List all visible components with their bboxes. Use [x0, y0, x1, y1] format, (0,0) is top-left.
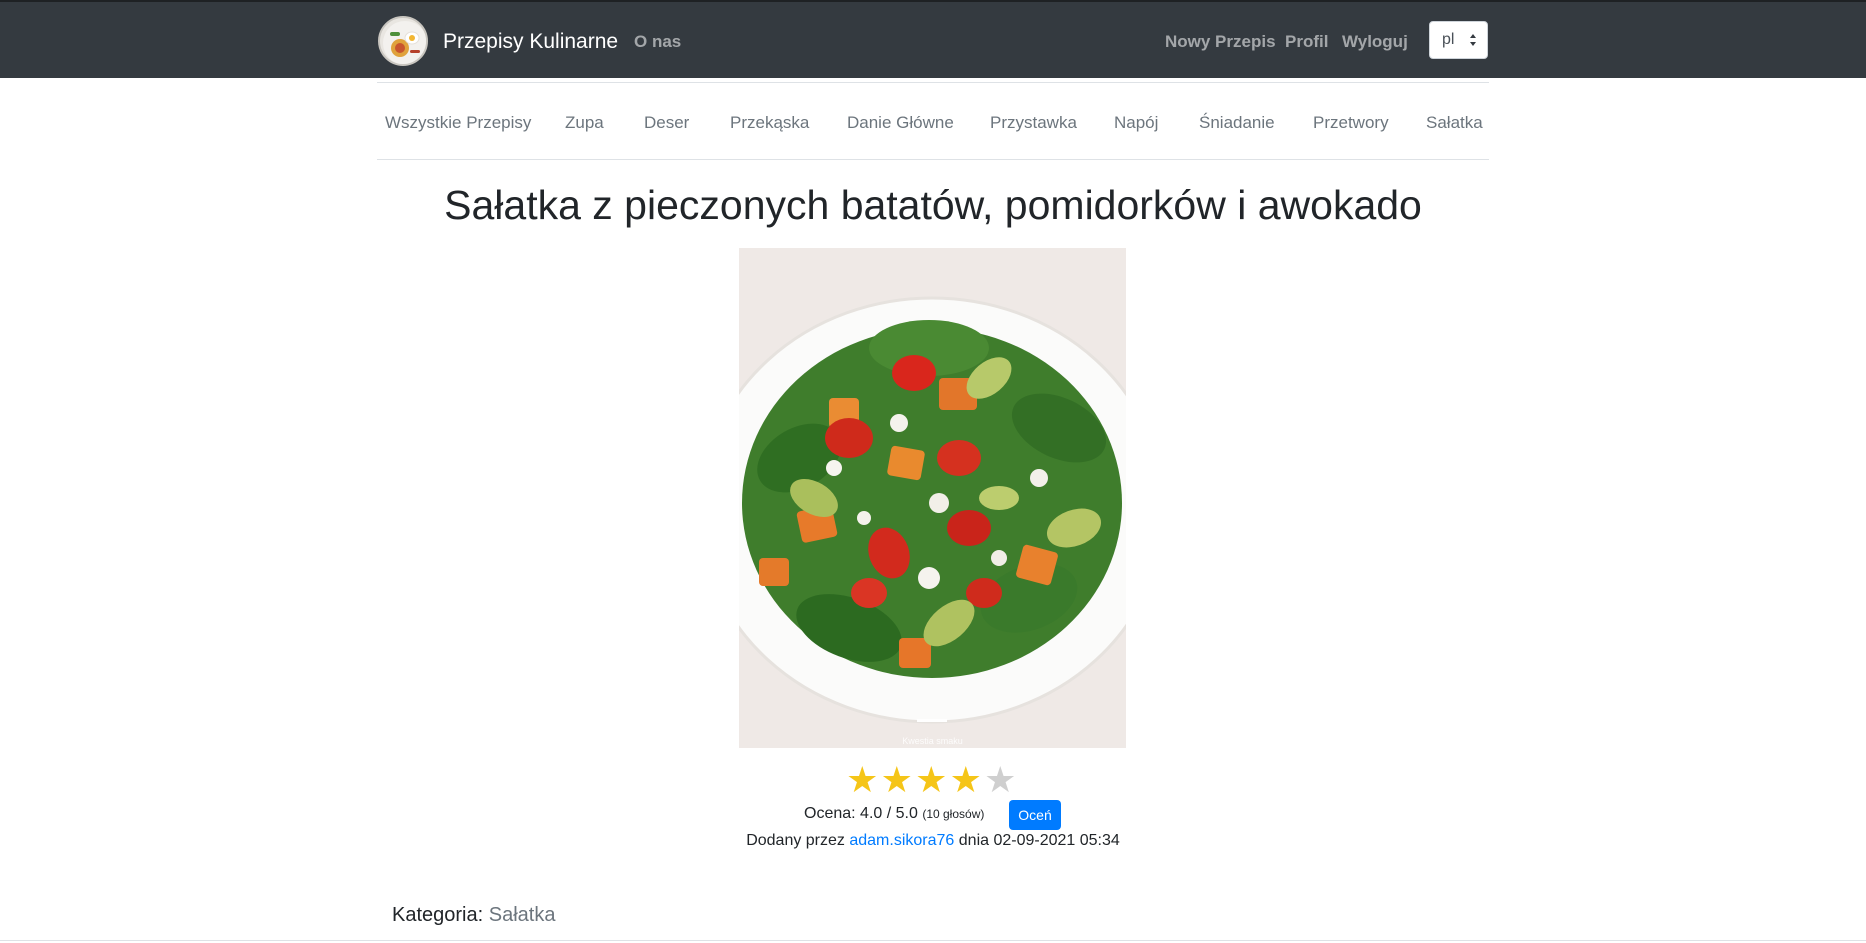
category-danie-glowne[interactable]: Danie Główne	[847, 113, 954, 133]
brand-logo[interactable]	[378, 16, 428, 66]
category-label: Kategoria:	[392, 904, 484, 926]
star-empty-icon[interactable]: ★	[983, 760, 1018, 800]
added-date: dnia 02-09-2021 05:34	[958, 832, 1120, 849]
brand-name[interactable]: Przepisy Kulinarne	[443, 30, 618, 54]
nav-new-recipe-link[interactable]: Nowy Przepis	[1165, 32, 1276, 52]
nav-about-link[interactable]: O nas	[634, 32, 681, 52]
category-napoj[interactable]: Napój	[1114, 113, 1158, 133]
nav-profile-link[interactable]: Profil	[1285, 32, 1328, 52]
star-rating[interactable]: ★★★★★	[845, 760, 1018, 800]
rating-label: Ocena:	[804, 805, 856, 822]
star-icon[interactable]: ★	[845, 760, 880, 800]
recipe-category: Kategoria: Sałatka	[392, 904, 555, 927]
category-przetwory[interactable]: Przetwory	[1313, 113, 1389, 133]
recipe-photo[interactable]: Kwestia smaku	[739, 248, 1126, 748]
rating-votes: (10 głosów)	[922, 807, 985, 821]
category-przekaska[interactable]: Przekąska	[730, 113, 809, 133]
category-all[interactable]: Wszystkie Przepisy	[385, 113, 531, 133]
category-deser[interactable]: Deser	[644, 113, 689, 133]
rating-value: 4.0 / 5.0	[860, 805, 918, 822]
category-sniadanie[interactable]: Śniadanie	[1199, 113, 1275, 133]
star-icon[interactable]: ★	[880, 760, 915, 800]
rate-button[interactable]: Oceń	[1009, 800, 1061, 830]
rating-summary: Ocena: 4.0 / 5.0 (10 głosów)	[804, 805, 984, 823]
recipe-title: Sałatka z pieczonych batatów, pomidorków…	[444, 182, 1422, 228]
star-icon[interactable]: ★	[949, 760, 984, 800]
author-link[interactable]: adam.sikora76	[849, 832, 954, 849]
category-salatka[interactable]: Sałatka	[1426, 113, 1483, 133]
added-prefix: Dodany przez	[746, 832, 845, 849]
salad-image	[739, 248, 1126, 748]
photo-credit: Kwestia smaku	[902, 736, 963, 746]
category-zupa[interactable]: Zupa	[565, 113, 604, 133]
divider	[0, 940, 1866, 941]
category-przystawka[interactable]: Przystawka	[990, 113, 1077, 133]
category-value-link[interactable]: Sałatka	[489, 904, 556, 926]
carousel-indicator[interactable]	[917, 719, 947, 722]
category-nav: Wszystkie Przepisy Zupa Deser Przekąska …	[377, 82, 1489, 160]
added-by: Dodany przez adam.sikora76 dnia 02-09-20…	[0, 832, 1866, 850]
star-icon[interactable]: ★	[914, 760, 949, 800]
nav-logout-link[interactable]: Wyloguj	[1342, 32, 1408, 52]
language-select-value: pl	[1442, 31, 1455, 48]
select-arrows-icon	[1469, 30, 1477, 50]
language-select[interactable]: pl	[1429, 21, 1488, 59]
top-navbar: Przepisy Kulinarne O nas Nowy Przepis Pr…	[0, 0, 1866, 78]
